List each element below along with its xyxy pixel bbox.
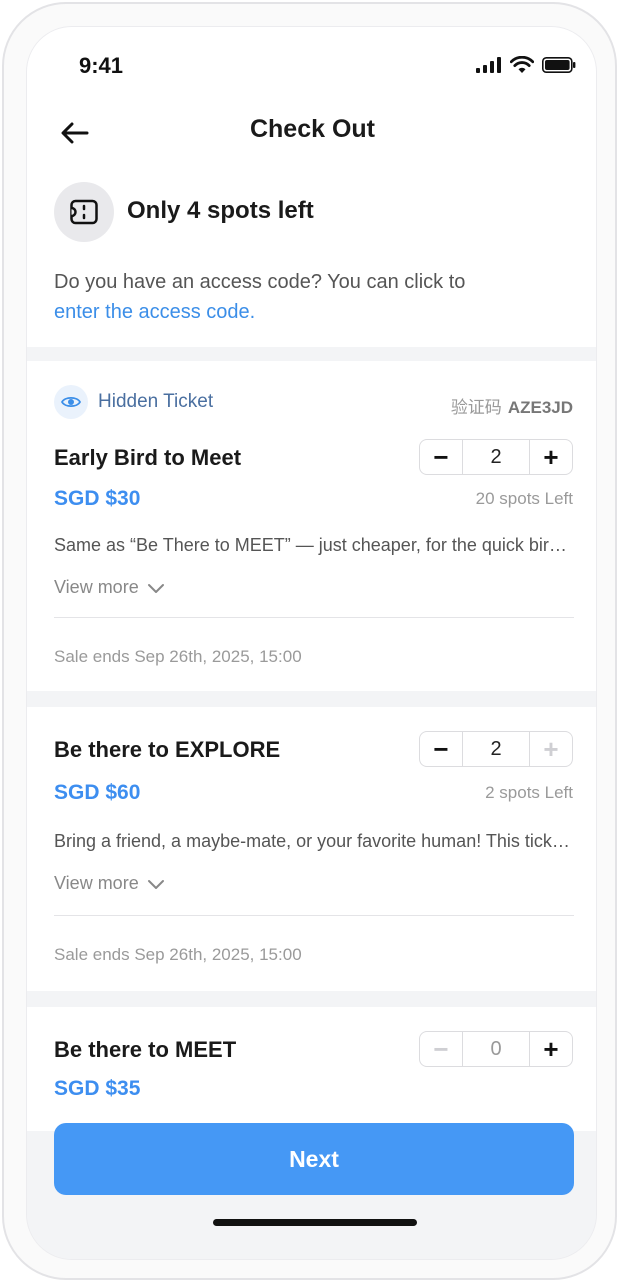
battery-icon (542, 57, 576, 73)
decrement-button[interactable]: − (420, 732, 462, 766)
home-indicator (213, 1219, 417, 1226)
ticket-description: Same as “Be There to MEET” — just cheape… (54, 535, 574, 555)
view-more-label: View more (54, 577, 139, 597)
hidden-ticket-label: Hidden Ticket (98, 391, 214, 412)
divider (54, 617, 574, 618)
ticket-price: SGD $60 (54, 781, 141, 804)
increment-button[interactable]: + (530, 732, 572, 766)
view-more-toggle[interactable]: View more (54, 577, 165, 598)
quantity-stepper: − 2 + (419, 731, 573, 767)
page-title: Check Out (249, 115, 376, 143)
spots-left-text: Only 4 spots left (127, 197, 314, 224)
access-prompt-text: Do you have an access code? You can clic… (54, 271, 466, 293)
eye-icon (54, 385, 88, 419)
ticket-card: Be there to EXPLORE − 2 + SGD $60 2 spot… (27, 707, 596, 991)
verification-code: 验证码 AZE3JD (451, 393, 573, 418)
quantity-value: 0 (462, 1032, 530, 1066)
enter-access-code-link[interactable]: enter the access code. (54, 301, 255, 323)
code-value: AZE3JD (507, 398, 573, 417)
ticket-card: Hidden Ticket 验证码 AZE3JD Early Bird to Me… (27, 361, 596, 691)
chevron-down-icon (147, 879, 164, 889)
quantity-stepper: − 0 + (419, 1031, 573, 1067)
header-section: 9:41 Check Out Only 4 spots left Do you … (27, 27, 596, 347)
status-time: 9:41 (79, 53, 124, 78)
ticket-name: Early Bird to Meet (54, 445, 242, 470)
spots-left-count: 20 spots Left (475, 489, 573, 508)
quantity-value: 2 (462, 440, 530, 474)
wifi-icon (510, 56, 534, 73)
signal-icon (476, 57, 501, 73)
hidden-ticket-badge: Hidden Ticket (54, 385, 213, 419)
increment-button[interactable]: + (530, 1032, 572, 1066)
ticket-name: Be there to EXPLORE (54, 737, 281, 762)
spots-left-count: 2 spots Left (485, 783, 573, 802)
divider (54, 915, 574, 916)
ticket-description: Bring a friend, a maybe-mate, or your fa… (54, 831, 574, 851)
status-icons (476, 56, 576, 74)
increment-button[interactable]: + (530, 440, 572, 474)
code-label: 验证码 (450, 398, 502, 417)
phone-frame: 9:41 Check Out Only 4 spots left Do you … (2, 2, 617, 1280)
ticket-name: Be there to MEET (54, 1037, 237, 1062)
quantity-value: 2 (462, 732, 530, 766)
decrement-button[interactable]: − (420, 440, 462, 474)
next-button[interactable]: Next (54, 1123, 574, 1195)
view-more-label: View more (54, 873, 139, 893)
screen: 9:41 Check Out Only 4 spots left Do you … (26, 26, 597, 1260)
sale-ends-text: Sale ends Sep 26th, 2025, 15:00 (54, 945, 302, 964)
chevron-down-icon (147, 583, 164, 593)
quantity-stepper: − 2 + (419, 439, 573, 475)
ticket-price: SGD $30 (54, 487, 141, 510)
sale-ends-text: Sale ends Sep 26th, 2025, 15:00 (54, 647, 302, 666)
ticket-price: SGD $35 (54, 1077, 141, 1100)
decrement-button[interactable]: − (420, 1032, 462, 1066)
ticket-icon (54, 182, 114, 242)
view-more-toggle[interactable]: View more (54, 873, 165, 894)
access-code-prompt: Do you have an access code? You can clic… (54, 267, 574, 327)
